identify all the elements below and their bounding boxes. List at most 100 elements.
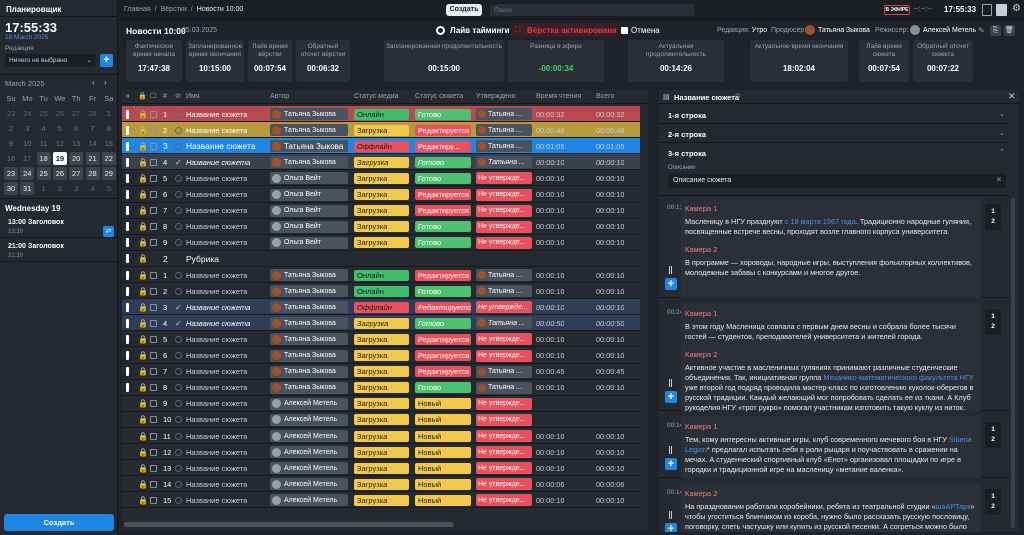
add-block-button[interactable]: + bbox=[665, 278, 677, 290]
approved-cell[interactable]: Татьяна ... bbox=[476, 267, 532, 283]
lock-icon[interactable]: 🔒 bbox=[138, 170, 148, 186]
row-checkbox[interactable] bbox=[150, 219, 157, 235]
media-status-cell[interactable]: Загрузка bbox=[354, 348, 409, 364]
table-row[interactable]: 🔒 1 Название сюжета Татьяна Зыкова Онлайн Ред… bbox=[122, 267, 640, 283]
story-status-cell[interactable]: Новый bbox=[415, 460, 471, 476]
lock-icon[interactable]: 🔒 bbox=[138, 428, 148, 444]
drag-handle-icon[interactable] bbox=[126, 267, 129, 283]
media-status-cell[interactable]: Загрузка bbox=[354, 396, 409, 412]
drag-handle-icon[interactable] bbox=[126, 138, 129, 154]
calendar-day[interactable]: 27 bbox=[69, 107, 83, 120]
drag-handle-icon[interactable] bbox=[126, 170, 129, 186]
calendar-day[interactable]: 18 bbox=[36, 152, 51, 165]
drag-handle-icon[interactable] bbox=[126, 348, 129, 364]
row-checkbox[interactable] bbox=[150, 138, 157, 154]
close-icon[interactable]: ✕ bbox=[1008, 91, 1016, 102]
calendar-day[interactable]: 21 bbox=[85, 152, 100, 165]
author-cell[interactable]: Татьяна Зыкова bbox=[270, 380, 350, 396]
calendar-day[interactable]: 23 bbox=[4, 107, 18, 120]
row-checkbox[interactable] bbox=[150, 283, 157, 299]
drag-handle-icon[interactable] bbox=[126, 154, 129, 170]
script-text[interactable]: Камера 1 В этом году Масленица совпала с … bbox=[681, 303, 981, 412]
media-status-cell[interactable]: Загрузка bbox=[354, 428, 409, 444]
script-text[interactable]: Камера 1 Масленицу в НГУ празднуют с 19 м… bbox=[681, 198, 981, 298]
lock-icon[interactable]: 🔒 bbox=[138, 267, 148, 283]
story-name[interactable]: Название сюжета bbox=[186, 187, 247, 203]
calendar-day[interactable]: 5 bbox=[53, 122, 67, 135]
calendar-day[interactable]: 14 bbox=[86, 137, 100, 150]
approved-cell[interactable]: Не утвержде... bbox=[476, 331, 532, 347]
row-checkbox[interactable] bbox=[150, 235, 157, 251]
approved-cell[interactable]: Не утвержде... bbox=[476, 219, 532, 235]
calendar-day[interactable]: 10 bbox=[20, 137, 34, 150]
table-row[interactable]: 🔒 5 Название сюжета Татьяна Зыкова Загрузка Р… bbox=[122, 331, 640, 348]
select-all-checkbox[interactable]: ☐ bbox=[150, 90, 156, 104]
approved-cell[interactable]: Не утвержде... bbox=[476, 170, 532, 186]
media-status-cell[interactable]: Оффлайн bbox=[354, 299, 409, 315]
approved-cell[interactable]: Не утвержде... bbox=[476, 428, 532, 444]
author-cell[interactable]: Татьяна Зыкова bbox=[270, 106, 350, 122]
media-status-cell[interactable]: Загрузка bbox=[354, 187, 409, 203]
calendar-day[interactable]: 4 bbox=[37, 122, 51, 135]
calendar-day[interactable]: 6 bbox=[69, 122, 83, 135]
author-cell[interactable]: Татьяна Зыкова bbox=[270, 138, 350, 154]
approved-cell[interactable]: Не утвержде... bbox=[476, 476, 532, 492]
table-row[interactable]: 🔒 10 Название сюжета Алексей Метель Загрузка… bbox=[122, 412, 640, 428]
story-name[interactable]: Название сюжета bbox=[186, 122, 247, 138]
table-row[interactable]: 🔒 7 Название сюжета Татьяна Зыкова Загрузка Р… bbox=[122, 364, 640, 380]
media-status-cell[interactable]: Онлайн bbox=[354, 283, 409, 299]
story-status-cell[interactable]: Новый bbox=[415, 444, 471, 460]
drag-handle-icon[interactable] bbox=[126, 331, 129, 347]
media-status-cell[interactable]: Онлайн bbox=[354, 106, 409, 122]
add-block-button[interactable]: + bbox=[665, 391, 677, 403]
media-status-cell[interactable]: Оффлайн bbox=[354, 138, 409, 154]
lock-icon[interactable]: 🔒 bbox=[138, 460, 148, 476]
calendar-day[interactable]: 11 bbox=[37, 137, 51, 150]
row-checkbox[interactable] bbox=[150, 122, 157, 138]
author-cell[interactable]: Ольга Вейт bbox=[270, 235, 350, 251]
approved-cell[interactable]: Не утвержде... bbox=[476, 203, 532, 219]
drag-handle-icon[interactable] bbox=[126, 251, 129, 267]
story-name[interactable]: Название сюжета bbox=[186, 154, 250, 170]
media-status-cell[interactable]: Загрузка bbox=[354, 364, 409, 380]
row-checkbox[interactable] bbox=[150, 492, 157, 508]
media-status-cell[interactable]: Загрузка bbox=[354, 460, 409, 476]
story-name[interactable]: Название сюжета bbox=[186, 315, 250, 331]
lock-icon[interactable]: 🔒 bbox=[138, 396, 148, 412]
calendar-day[interactable]: 22 bbox=[101, 152, 116, 165]
prev-month-icon[interactable]: ‹ bbox=[92, 78, 95, 87]
drag-handle-icon[interactable] bbox=[126, 380, 129, 396]
lock-icon[interactable]: 🔒 bbox=[138, 492, 148, 508]
lock-icon[interactable]: 🔒 bbox=[138, 138, 148, 154]
lock-icon[interactable]: 🔒 bbox=[138, 380, 148, 396]
crumb-home[interactable]: Главная bbox=[124, 6, 151, 13]
approved-cell[interactable]: Не утвержде... bbox=[476, 235, 532, 251]
author-cell[interactable]: Алексей Метель bbox=[270, 444, 350, 460]
drag-handle-icon[interactable] bbox=[126, 283, 129, 299]
drag-handle-icon[interactable] bbox=[126, 364, 129, 380]
calendar-day[interactable]: 19 bbox=[52, 152, 67, 165]
story-status-cell[interactable]: Готово bbox=[415, 235, 471, 251]
header-read[interactable]: Время чтения bbox=[536, 90, 581, 104]
search-input[interactable] bbox=[490, 4, 695, 16]
add-block-button[interactable]: + bbox=[665, 523, 677, 532]
row-checkbox[interactable] bbox=[150, 476, 157, 492]
calendar-day[interactable]: 1 bbox=[102, 107, 116, 120]
author-cell[interactable]: Алексей Метель bbox=[270, 428, 350, 444]
story-name[interactable]: Название сюжета bbox=[186, 380, 247, 396]
drag-handle-icon[interactable] bbox=[126, 299, 129, 315]
approved-cell[interactable]: Не утвержде... bbox=[476, 348, 532, 364]
story-name[interactable]: Название сюжета bbox=[186, 492, 247, 508]
table-row[interactable]: 🔒 5 Название сюжета Ольга Вейт Загрузка Готов… bbox=[122, 170, 640, 187]
drag-handle-icon[interactable] bbox=[126, 122, 129, 138]
calendar-day[interactable]: 13 bbox=[69, 137, 83, 150]
approved-cell[interactable]: Не утвержде... bbox=[476, 412, 532, 428]
approved-cell[interactable]: Не утвержде... bbox=[476, 492, 532, 508]
pause-icon[interactable] bbox=[669, 379, 672, 387]
text-link[interactable]: Механико-математического факультета НГУ bbox=[823, 373, 973, 382]
story-status-cell[interactable]: Готово bbox=[415, 154, 471, 170]
drag-handle-icon[interactable] bbox=[126, 106, 129, 122]
row-checkbox[interactable] bbox=[150, 154, 157, 170]
pause-icon[interactable] bbox=[669, 266, 672, 274]
row-checkbox[interactable] bbox=[150, 412, 157, 428]
